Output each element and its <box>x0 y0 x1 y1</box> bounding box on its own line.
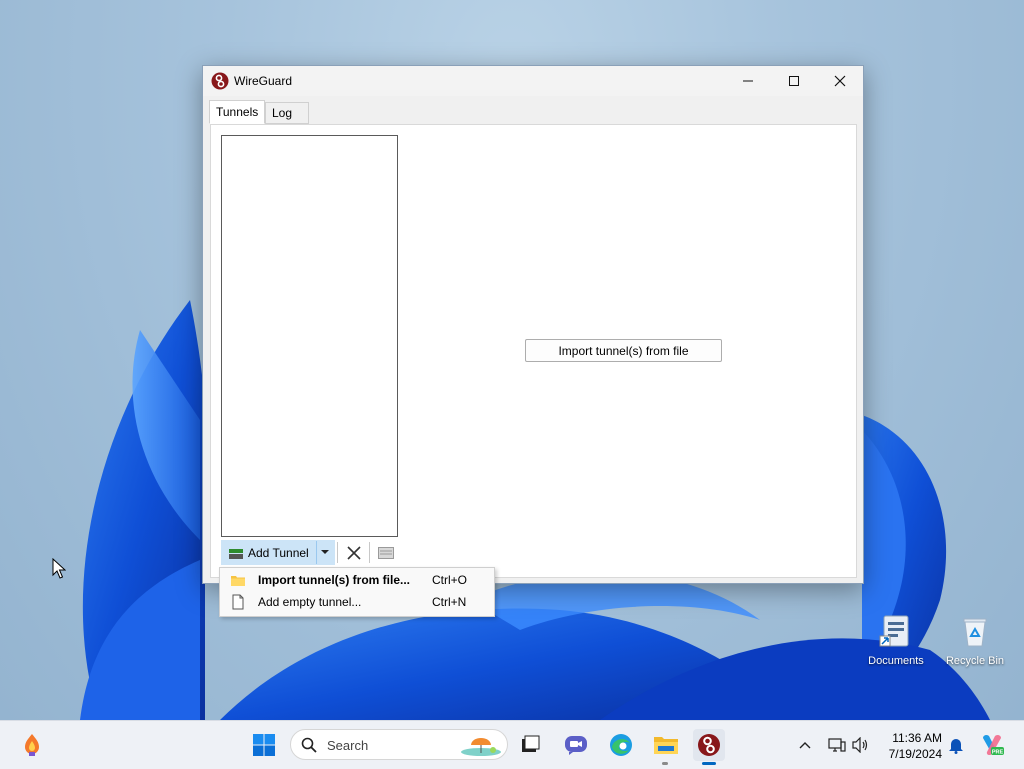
menu-item-shortcut: Ctrl+O <box>432 573 468 587</box>
desktop-icon-recycle-bin[interactable]: Recycle Bin <box>935 614 1015 667</box>
menu-item-add-empty-tunnel[interactable]: Add empty tunnel... Ctrl+N <box>220 591 494 613</box>
active-indicator <box>702 762 716 765</box>
recycle-bin-icon <box>963 618 987 647</box>
title-bar[interactable]: WireGuard <box>203 66 863 96</box>
menu-item-label: Add empty tunnel... <box>258 595 362 609</box>
toolbar-separator <box>337 542 338 563</box>
wireguard-icon <box>698 734 720 756</box>
file-explorer-icon <box>654 737 678 754</box>
close-icon <box>834 75 846 87</box>
desktop-icon-label: Documents <box>868 655 924 667</box>
split-divider <box>316 541 317 564</box>
search-highlight-illustration-icon <box>461 738 501 756</box>
teams-meet-icon <box>565 736 587 755</box>
wireguard-window: WireGuard Tunnels Log Import tunnel(s) f… <box>202 65 864 584</box>
search-placeholder: Search <box>327 738 369 753</box>
menu-item-label: Import tunnel(s) from file... <box>258 573 410 587</box>
mouse-cursor-icon <box>52 558 66 579</box>
add-tunnel-menu: Import tunnel(s) from file... Ctrl+O Add… <box>219 567 495 617</box>
chevron-down-icon[interactable] <box>321 550 329 554</box>
start-button[interactable] <box>248 729 280 761</box>
close-button[interactable] <box>817 66 863 96</box>
minimize-button[interactable] <box>725 66 771 96</box>
task-view-button[interactable] <box>514 729 546 761</box>
widgets-button[interactable] <box>16 729 48 761</box>
widgets-icon <box>25 734 39 756</box>
import-tunnel-button[interactable]: Import tunnel(s) from file <box>525 339 722 362</box>
blank-document-icon <box>232 594 244 610</box>
svg-text:PRE: PRE <box>992 750 1004 756</box>
add-tunnel-icon <box>229 549 243 559</box>
edge-button[interactable] <box>605 729 637 761</box>
wireguard-logo-icon <box>211 72 229 90</box>
delete-tunnel-button[interactable] <box>343 542 365 564</box>
documents-shortcut-icon <box>879 615 909 647</box>
window-title: WireGuard <box>234 74 293 88</box>
network-icon <box>828 738 846 752</box>
export-tunnels-button[interactable] <box>375 542 397 564</box>
minimize-icon <box>743 80 753 82</box>
file-explorer-button[interactable] <box>650 729 682 761</box>
menu-item-shortcut: Ctrl+N <box>432 595 467 609</box>
menu-item-import-from-file[interactable]: Import tunnel(s) from file... Ctrl+O <box>220 569 494 591</box>
task-view-icon <box>522 735 540 752</box>
search-icon <box>301 737 317 753</box>
clock-date: 7/19/2024 <box>888 747 942 761</box>
export-zip-icon <box>378 547 394 559</box>
tab-log[interactable]: Log <box>265 102 309 124</box>
tunnels-panel: Import tunnel(s) from file Add Tunnel <box>210 124 857 578</box>
edge-icon <box>610 734 632 756</box>
tunnel-toolbar: Add Tunnel <box>221 539 411 565</box>
copilot-icon: PRE <box>983 734 1004 756</box>
volume-icon <box>852 737 868 753</box>
notifications-button[interactable] <box>940 729 972 761</box>
wireguard-taskbar-button[interactable] <box>693 729 725 761</box>
folder-icon <box>231 576 245 586</box>
show-hidden-icons-button[interactable] <box>789 729 821 761</box>
teams-meet-button[interactable] <box>560 729 592 761</box>
toolbar-separator <box>369 542 370 563</box>
maximize-icon <box>789 76 799 86</box>
desktop-icon-documents[interactable]: Documents <box>856 614 936 667</box>
taskbar-clock[interactable]: 11:36 AM 7/19/2024 <box>878 730 942 762</box>
chevron-up-icon <box>799 742 811 749</box>
start-icon <box>253 734 275 756</box>
add-tunnel-label: Add Tunnel <box>248 546 309 560</box>
taskbar: Search 11:36 AM 7/19/2024 PRE <box>0 720 1024 769</box>
desktop-icon-label: Recycle Bin <box>945 655 1005 667</box>
tab-tunnels[interactable]: Tunnels <box>209 100 265 124</box>
volume-button[interactable] <box>845 729 877 761</box>
add-tunnel-split-button[interactable]: Add Tunnel <box>221 540 335 565</box>
tunnel-list[interactable] <box>221 135 398 537</box>
running-indicator <box>662 762 668 765</box>
maximize-button[interactable] <box>771 66 817 96</box>
copilot-button[interactable]: PRE <box>976 729 1008 761</box>
clock-time: 11:36 AM <box>892 731 942 745</box>
notification-bell-icon <box>949 739 963 754</box>
delete-x-icon <box>347 546 361 560</box>
taskbar-search-box[interactable]: Search <box>290 729 508 760</box>
